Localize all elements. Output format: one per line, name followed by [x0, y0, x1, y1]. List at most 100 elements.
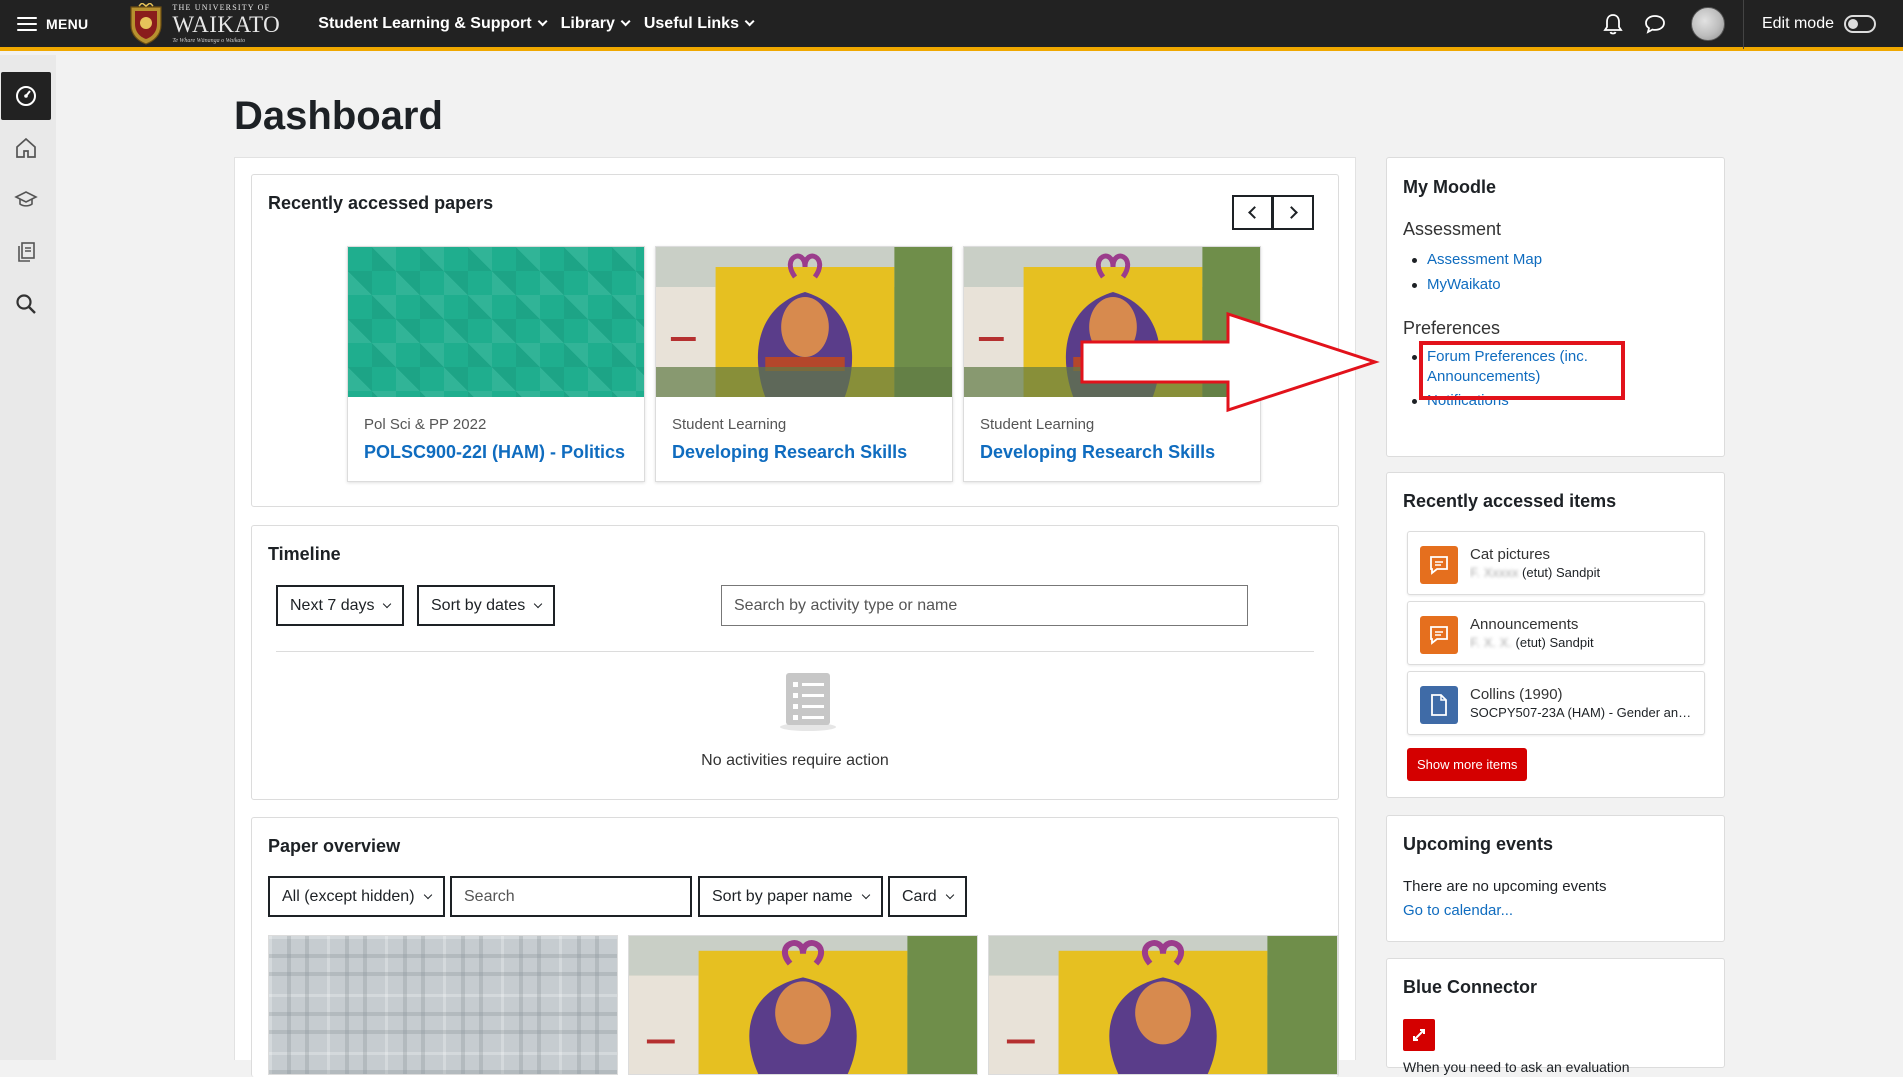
nav-useful-links[interactable]: Useful Links	[643, 14, 755, 33]
carousel-next-button[interactable]	[1273, 195, 1314, 230]
logo-line3: Te Whare Wānanga o Waikato	[172, 37, 246, 44]
home-icon	[16, 137, 36, 158]
overview-sort-label: Sort by paper name	[712, 887, 853, 905]
overview-view-select[interactable]: Card	[888, 876, 967, 917]
recent-item-subtitle: F. Xxxxx (etut) Sandpit	[1470, 565, 1698, 580]
timeline-empty-message: No activities require action	[701, 752, 889, 769]
overview-sort-select[interactable]: Sort by paper name	[698, 876, 883, 917]
overview-card[interactable]	[988, 935, 1338, 1075]
rail-home-button[interactable]	[1, 124, 51, 172]
my-moodle-title: My Moodle	[1403, 177, 1496, 197]
overview-filter-select[interactable]: All (except hidden)	[268, 876, 445, 917]
nav-student-learning[interactable]: Student Learning & Support	[318, 14, 548, 33]
overview-card[interactable]	[268, 935, 618, 1075]
assessment-map-link[interactable]: Assessment Map	[1411, 250, 1542, 270]
hamburger-icon	[17, 16, 37, 31]
page-title: Dashboard	[234, 94, 443, 138]
rail-dashboard-button[interactable]	[1, 72, 51, 120]
paper-card-name[interactable]: Developing Research Skills	[980, 442, 1250, 463]
chevron-down-icon	[423, 890, 432, 899]
document-icon	[1420, 686, 1458, 724]
chevron-right-icon	[1284, 206, 1298, 219]
overview-filter-label: All (except hidden)	[282, 887, 415, 905]
empty-list-icon	[780, 673, 836, 731]
recent-items-title: Recently accessed items	[1403, 491, 1617, 511]
paper-card-name[interactable]: POLSC900-22I (HAM) - Politics	[364, 442, 634, 463]
nav-library[interactable]: Library	[560, 14, 631, 33]
carousel-nav	[1232, 195, 1314, 230]
edit-mode-toggle[interactable]	[1844, 14, 1876, 33]
recent-item-course: (etut) Sandpit	[1515, 635, 1594, 650]
paper-overview-block: Paper overview All (except hidden) Searc…	[251, 817, 1339, 1077]
chevron-down-icon	[383, 599, 392, 608]
paper-card-category: Student Learning	[672, 416, 787, 433]
logo-line2: WAIKATO	[172, 11, 281, 37]
search-icon	[16, 294, 36, 314]
crest-icon	[130, 2, 163, 45]
nav-useful-links-label: Useful Links	[643, 14, 739, 32]
assessment-links: Assessment Map MyWaikato	[1411, 250, 1542, 295]
recent-item[interactable]: Announcements F. X. X. (etut) Sandpit	[1407, 601, 1705, 665]
blue-connector-title: Blue Connector	[1403, 977, 1538, 997]
assessment-heading: Assessment	[1403, 219, 1502, 239]
redacted-name: F. X. X.	[1470, 635, 1512, 650]
recent-item-course: (etut) Sandpit	[1522, 565, 1601, 580]
divider	[276, 651, 1314, 652]
paper-card-image	[656, 247, 952, 397]
main-region: Recently accessed papers Pol Sci & PP 20…	[234, 157, 1356, 1077]
recent-items-block: Recently accessed items Cat pictures F. …	[1386, 472, 1725, 798]
timeline-search-placeholder: Search by activity type or name	[734, 596, 958, 614]
university-logo[interactable]: THE UNIVERSITY OF WAIKATO Te Whare Wānan…	[128, 2, 281, 45]
primary-nav: Student Learning & Support Library Usefu…	[318, 15, 768, 33]
annotation-highlight-box	[1419, 341, 1625, 400]
timeline-range-label: Next 7 days	[290, 596, 375, 614]
paper-card-name[interactable]: Developing Research Skills	[672, 442, 942, 463]
mywaikato-link[interactable]: MyWaikato	[1411, 275, 1542, 295]
top-navbar: MENU THE UNIVERSITY OF WAIKATO Te Whare …	[0, 0, 1903, 51]
go-to-calendar-link[interactable]: Go to calendar...	[1403, 902, 1513, 919]
messages-bubble-icon[interactable]	[1643, 12, 1667, 36]
chevron-down-icon	[620, 16, 631, 27]
overview-search-input[interactable]: Search	[450, 876, 692, 917]
paper-card[interactable]: Pol Sci & PP 2022 POLSC900-22I (HAM) - P…	[347, 246, 645, 482]
timeline-sort-select[interactable]: Sort by dates	[417, 585, 556, 626]
user-avatar[interactable]	[1690, 6, 1725, 41]
left-rail	[0, 55, 56, 1060]
upcoming-events-message: There are no upcoming events	[1403, 878, 1607, 895]
preferences-heading: Preferences	[1403, 318, 1501, 338]
menu-button[interactable]: MENU	[17, 16, 88, 32]
timeline-search-input[interactable]: Search by activity type or name	[721, 585, 1248, 626]
overview-card[interactable]	[628, 935, 978, 1075]
logo-line1: THE UNIVERSITY OF	[172, 2, 271, 12]
nav-library-label: Library	[560, 14, 615, 32]
show-more-items-button[interactable]: Show more items	[1407, 748, 1528, 781]
timeline-range-select[interactable]: Next 7 days	[276, 585, 405, 626]
recent-item-name: Cat pictures	[1470, 546, 1551, 563]
forum-icon	[1420, 616, 1458, 654]
upcoming-events-block: Upcoming events There are no upcoming ev…	[1386, 815, 1725, 942]
nav-student-learning-label: Student Learning & Support	[318, 14, 532, 32]
rail-search-button[interactable]	[1, 280, 51, 328]
carousel-prev-button[interactable]	[1232, 195, 1273, 230]
documents-icon	[18, 242, 35, 262]
overview-search-placeholder: Search	[464, 887, 515, 905]
recent-item-name: Announcements	[1470, 616, 1579, 633]
paper-card-image	[348, 247, 644, 397]
notifications-bell-icon[interactable]	[1601, 12, 1625, 36]
timeline-title: Timeline	[268, 544, 341, 564]
rail-courses-button[interactable]	[1, 176, 51, 224]
edit-mode-label: Edit mode	[1761, 14, 1834, 32]
recent-item-subtitle: SOCPY507-23A (HAM) - Gender and Sexualit…	[1470, 705, 1698, 720]
chevron-left-icon	[1248, 206, 1261, 219]
paper-card[interactable]: Student Learning Developing Research Ski…	[655, 246, 953, 482]
rail-documents-button[interactable]	[1, 228, 51, 276]
recent-item-subtitle: F. X. X. (etut) Sandpit	[1470, 635, 1698, 650]
annotation-arrow-icon	[1080, 312, 1380, 413]
recent-item[interactable]: Collins (1990) SOCPY507-23A (HAM) - Gend…	[1407, 671, 1705, 735]
chevron-down-icon	[537, 16, 548, 27]
graduation-cap-icon	[14, 191, 38, 207]
recent-item[interactable]: Cat pictures F. Xxxxx (etut) Sandpit	[1407, 531, 1705, 595]
expand-icon[interactable]	[1403, 1019, 1435, 1051]
upcoming-events-title: Upcoming events	[1403, 834, 1554, 854]
chevron-down-icon	[534, 599, 543, 608]
